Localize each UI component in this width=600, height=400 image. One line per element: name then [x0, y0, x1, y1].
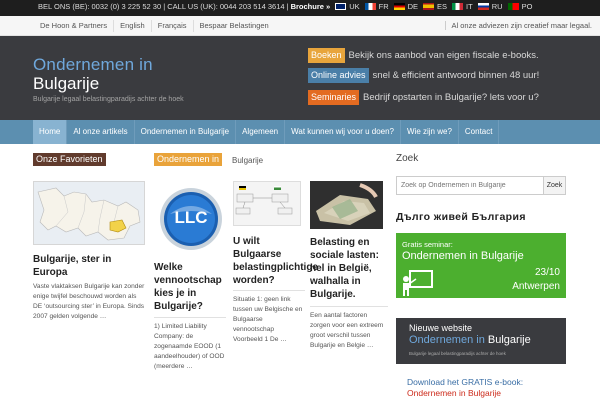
seminar-city: Antwerpen	[512, 281, 560, 292]
subnav-item-bespaar[interactable]: Bespaar Belastingen	[194, 20, 275, 32]
article-title-3[interactable]: U wilt Bulgaarse belastingplichtige word…	[233, 235, 318, 287]
article-title-4[interactable]: Belasting en sociale lasten: hel in Belg…	[310, 236, 386, 301]
fr-flag-icon[interactable]	[364, 3, 376, 10]
europe-map-image	[34, 182, 144, 244]
subnav-item-english[interactable]: English	[114, 20, 152, 32]
nav-item-about[interactable]: Wie zijn we?	[401, 120, 459, 144]
lang-es[interactable]: ES	[437, 2, 447, 11]
brochure-link[interactable]: Brochure »	[291, 2, 331, 11]
de-flag-icon[interactable]	[393, 3, 405, 10]
lang-ru[interactable]: RU	[492, 2, 503, 11]
new-website-tagline: Bulgarije legaal belastingparadijs achte…	[409, 351, 506, 356]
es-flag-icon[interactable]	[423, 3, 435, 10]
lang-uk[interactable]: UK	[349, 2, 359, 11]
promo-books-tag[interactable]: Boeken	[308, 48, 345, 63]
lang-po[interactable]: PO	[522, 2, 533, 11]
new-website-banner[interactable]: Nieuwe website Ondernemen in Bulgarije B…	[396, 318, 566, 364]
nav-item-ondernemen[interactable]: Ondernemen in Bulgarije	[135, 120, 237, 144]
article-title-1[interactable]: Bulgarije, ster in Europa	[33, 253, 143, 279]
llc-thumbnail[interactable]: LLC	[158, 186, 224, 252]
promo-books-text[interactable]: Bekijk ons aanbod van eigen fiscale e-bo…	[349, 50, 539, 61]
pt-flag-icon[interactable]	[507, 3, 519, 10]
new-website-title-part1: Ondernemen in	[409, 334, 488, 346]
site-subtitle[interactable]: Bulgarije	[33, 75, 99, 93]
it-flag-icon[interactable]	[452, 3, 464, 10]
flags-diagram-thumbnail[interactable]	[233, 181, 301, 226]
nav-item-services[interactable]: Wat kunnen wij voor u doen?	[285, 120, 401, 144]
new-website-title-part2: Bulgarije	[487, 334, 531, 346]
site-header: Ondernemen in Bulgarije Bulgarije legaal…	[0, 36, 600, 120]
cyrillic-heading: Дълго живей България	[396, 211, 526, 223]
subnav-item-de-hoon[interactable]: De Hoon & Partners	[34, 20, 115, 32]
lang-it[interactable]: IT	[466, 2, 473, 11]
subnav-slogan: Al onze adviezen zijn creatief maar lega…	[444, 21, 592, 30]
search-input[interactable]	[396, 176, 544, 195]
new-website-label: Nieuwe website	[409, 323, 473, 333]
presenter-icon	[403, 270, 433, 296]
nav-item-contact[interactable]: Contact	[459, 120, 500, 144]
main-nav-items: Home Al onze artikels Ondernemen in Bulg…	[33, 120, 500, 144]
top-bar: BEL ONS (BE): 0032 (0) 3 225 52 30 | CAL…	[0, 0, 600, 16]
promo-books[interactable]: Boeken Bekijk ons aanbod van eigen fisca…	[308, 48, 539, 63]
article-excerpt-1: Vaste vlaktaksen Bulgarije kan zonder en…	[33, 283, 145, 320]
promo-seminars-text[interactable]: Bedrijf opstarten in Bulgarije? lets voo…	[363, 92, 539, 103]
article-excerpt-2: 1) Limited Liability Company: de zogenaa…	[154, 323, 225, 370]
seminar-title: Ondernemen in Bulgarije	[402, 250, 524, 262]
new-website-title: Ondernemen in Bulgarije	[409, 334, 531, 346]
search-heading: Zoek	[396, 153, 419, 164]
article-excerpt-4: Een aantal factoren zorgen voor een extr…	[310, 312, 384, 349]
llc-badge-text: LLC	[174, 208, 208, 227]
search-button[interactable]: Zoek	[543, 176, 566, 195]
site-tagline: Bulgarije legaal belastingparadijs achte…	[33, 96, 184, 103]
download-ebook-title[interactable]: Ondernemen in Bulgarije	[407, 388, 501, 399]
nav-item-algemeen[interactable]: Algemeen	[236, 120, 286, 144]
card-divider	[154, 317, 226, 318]
lang-de[interactable]: DE	[408, 2, 418, 11]
money-thumbnail[interactable]	[310, 181, 383, 229]
download-ebook-link[interactable]: Download het GRATIS e-book:	[407, 377, 523, 388]
contact-phones: BEL ONS (BE): 0032 (0) 3 225 52 30 | CAL…	[38, 2, 289, 11]
main-nav: Home Al onze artikels Ondernemen in Bulg…	[0, 120, 600, 144]
article-title-2[interactable]: Welke vennootschap kies je in Bulgarije?	[154, 261, 228, 313]
subnav-item-francais[interactable]: Français	[152, 20, 194, 32]
favorites-heading: Onze Favorieten	[33, 153, 106, 166]
category-heading: Ondernemen in	[154, 153, 223, 166]
promo-online-advice[interactable]: Online advies snel & efficient antwoord …	[308, 68, 539, 83]
card-divider	[233, 290, 305, 291]
category-heading-rest: Bulgarije	[232, 156, 264, 165]
top-bar-contact: BEL ONS (BE): 0032 (0) 3 225 52 30 | CAL…	[38, 2, 532, 11]
lang-fr[interactable]: FR	[379, 2, 389, 11]
site-title[interactable]: Ondernemen in	[33, 56, 153, 74]
seminar-date: 23/10	[534, 267, 560, 278]
article-excerpt-3: Situatie 1: geen link tussen uw Belgisch…	[233, 296, 303, 343]
promo-online-advice-tag[interactable]: Online advies	[308, 68, 369, 83]
nav-item-articles[interactable]: Al onze artikels	[67, 120, 135, 144]
nav-item-home[interactable]: Home	[33, 120, 68, 144]
promo-seminars[interactable]: Seminaries Bedrijf opstarten in Bulgarij…	[308, 90, 539, 105]
seminar-label: Gratis seminar:	[402, 240, 453, 249]
secondary-nav-items: De Hoon & Partners English Français Besp…	[34, 16, 275, 36]
europe-map-thumbnail[interactable]	[33, 181, 145, 245]
promo-online-advice-text[interactable]: snel & efficient antwoord binnen 48 uur!	[373, 70, 540, 81]
money-image	[310, 181, 383, 229]
promo-seminars-tag[interactable]: Seminaries	[308, 90, 360, 105]
secondary-nav: De Hoon & Partners English Français Besp…	[0, 16, 600, 36]
seminar-banner[interactable]: Gratis seminar: Ondernemen in Bulgarije …	[396, 233, 566, 298]
card-divider	[310, 306, 388, 307]
ru-flag-icon[interactable]	[477, 3, 489, 10]
flags-diagram-image	[235, 186, 293, 215]
uk-flag-icon[interactable]	[335, 3, 347, 10]
